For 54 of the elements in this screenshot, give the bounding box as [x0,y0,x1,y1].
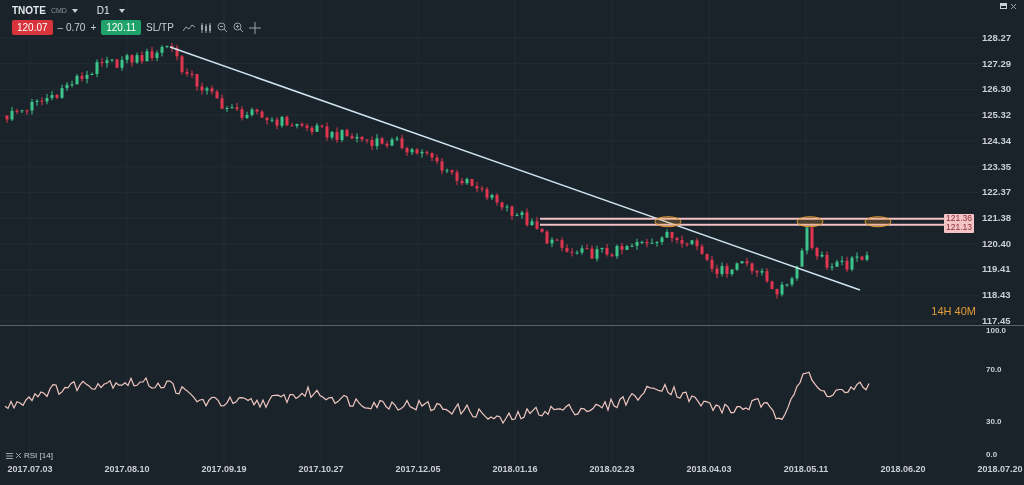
date-axis-label: 2017.08.10 [103,464,151,474]
indicator-label: RSI [14] [24,451,53,460]
date-axis-label: 2018.02.23 [588,464,636,474]
crosshair-icon[interactable] [248,21,261,34]
date-axis-label: 2017.09.19 [200,464,248,474]
close-icon[interactable] [1011,3,1016,9]
date-axis-label: 2018.07.20 [976,464,1024,474]
level-line[interactable] [539,217,946,220]
sltp-button[interactable]: SL/TP [146,22,174,33]
line-chart-icon[interactable] [182,23,195,32]
caret-icon[interactable] [71,8,78,13]
window-icon[interactable] [1000,3,1007,9]
price-axis-label: 119.41 [982,263,1012,276]
rsi-axis-label: 0.0 [986,450,998,459]
date-axis-label: 2018.05.11 [782,464,830,474]
rsi-axis-label: 30.0 [986,417,1002,426]
zoom-in-icon[interactable] [232,22,244,33]
sell-price-button[interactable]: 120.07 [12,20,53,35]
plus-label: + [90,22,97,33]
date-axis-label: 2017.12.05 [394,464,442,474]
level-price-label: 121.13 [946,223,972,233]
candles-icon[interactable] [199,21,212,34]
symbol-label: TNOTE [12,5,46,16]
price-axis-label: 117.45 [982,314,1012,327]
level-price-label: 121.36 [946,213,972,224]
date-axis-label: 2018.01.16 [491,464,539,474]
price-axis-label: 128.27 [982,32,1013,44]
caret-icon[interactable] [118,8,125,13]
price-axis-label: 120.40 [982,237,1013,250]
price-axis-label: 121.38 [982,212,1013,225]
timeframe-label[interactable]: D1 [96,5,110,16]
highlight-ellipse [654,216,682,228]
rsi-axis-label: 70.0 [986,365,1002,374]
menu-icon[interactable] [6,452,13,459]
highlight-ellipse [864,216,892,228]
price-axis-label: 127.29 [982,57,1013,70]
zoom-out-icon[interactable] [216,22,228,33]
close-icon[interactable] [16,453,21,458]
date-axis-label: 2018.04.03 [685,464,733,474]
date-axis-label: 2017.10.27 [297,464,345,474]
level-line[interactable] [539,223,946,226]
date-axis-label: 2018.06.20 [879,464,927,474]
price-axis-label: 123.35 [982,160,1013,173]
highlight-ellipse [796,216,824,228]
price-axis-label: 118.43 [982,289,1012,302]
date-axis-label: 2017.07.03 [6,464,54,474]
countdown-label: 14H 40M [931,305,976,317]
price-axis-label: 124.34 [982,134,1013,147]
spread-label: – 0.70 [57,22,86,33]
price-axis-label: 125.32 [982,109,1013,122]
price-axis-label: 126.30 [982,83,1013,96]
price-axis-label: 122.37 [982,186,1013,199]
rsi-axis-label: 100.0 [986,326,1007,335]
trend-line[interactable] [169,46,861,291]
